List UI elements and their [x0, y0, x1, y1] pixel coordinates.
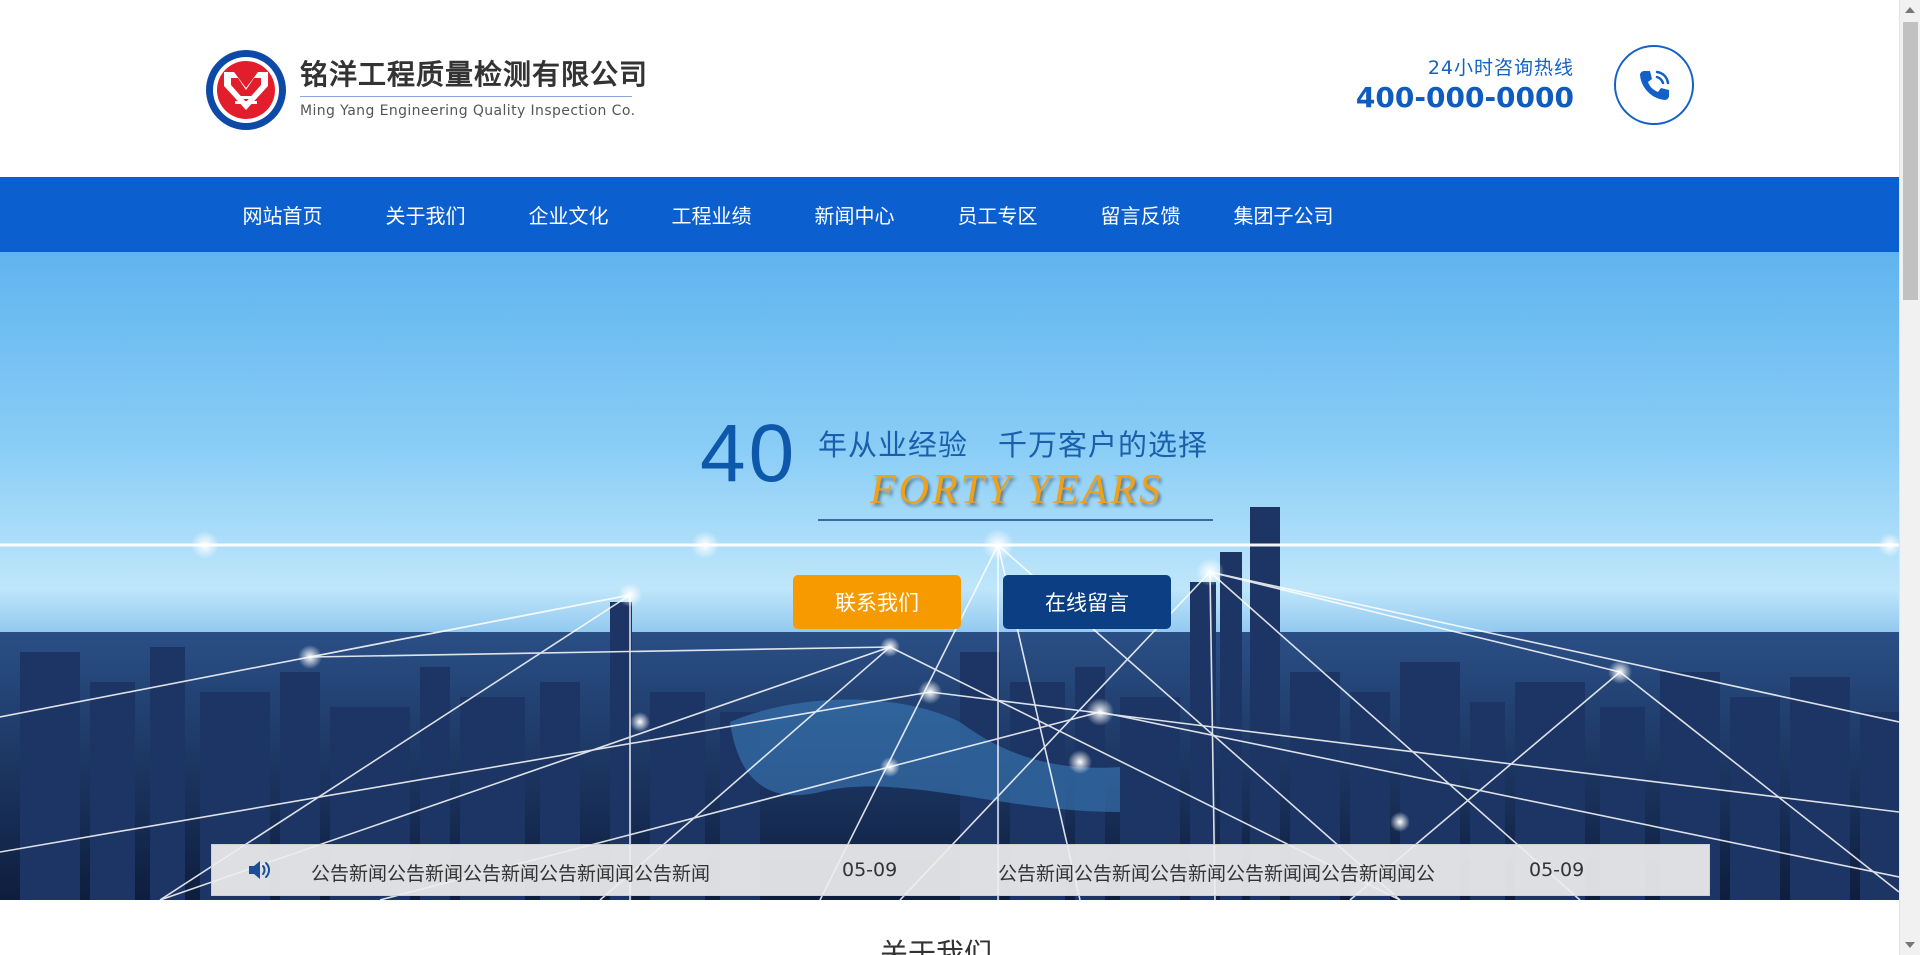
- notice-date: 05-09: [842, 859, 898, 881]
- speaker-icon: [249, 861, 270, 879]
- brand-divider: [300, 96, 632, 97]
- nav-item-home[interactable]: 网站首页: [211, 200, 354, 229]
- hero-banner: 40 年从业经验 千万客户的选择 FORTY YEARS 联系我们 在线留言: [0, 252, 1899, 900]
- page: 铭洋工程质量检测有限公司 Ming Yang Engineering Quali…: [0, 0, 1920, 955]
- nav-item-news[interactable]: 新闻中心: [783, 200, 926, 229]
- contact-us-button[interactable]: 联系我们: [793, 575, 961, 629]
- company-name-en: Ming Yang Engineering Quality Inspection…: [300, 103, 636, 119]
- brand-block: 铭洋工程质量检测有限公司 Ming Yang Engineering Quali…: [300, 58, 648, 119]
- about-section-title: 关于我们: [880, 937, 993, 955]
- nav-item-projects[interactable]: 工程业绩: [640, 200, 783, 229]
- company-name[interactable]: 铭洋工程质量检测有限公司: [300, 58, 648, 92]
- online-message-button[interactable]: 在线留言: [1003, 575, 1171, 629]
- notice-item[interactable]: 公告新闻公告新闻公告新闻公告新闻闻公告新闻: [311, 859, 710, 886]
- hero-divider: [818, 519, 1213, 521]
- hero-tagline: 年从业经验 千万客户的选择: [818, 428, 1209, 462]
- nav-item-feedback[interactable]: 留言反馈: [1069, 200, 1212, 229]
- notice-ticker: 公告新闻公告新闻公告新闻公告新闻闻公告新闻 05-09 公告新闻公告新闻公告新闻…: [211, 844, 1710, 896]
- notice-date: 05-09: [1529, 859, 1585, 881]
- hotline-label: 24小时咨询热线: [1427, 57, 1574, 79]
- phone-icon[interactable]: [1614, 45, 1694, 125]
- nav-item-staff[interactable]: 员工专区: [926, 200, 1069, 229]
- main-nav: 网站首页 关于我们 企业文化 工程业绩 新闻中心 员工专区 留言反馈 集团子公司: [0, 177, 1899, 252]
- nav-list: 网站首页 关于我们 企业文化 工程业绩 新闻中心 员工专区 留言反馈 集团子公司: [211, 177, 1355, 252]
- hero-years-number: 40: [700, 408, 798, 499]
- notice-item[interactable]: 公告新闻公告新闻公告新闻公告新闻闻公告新闻闻公: [998, 859, 1435, 886]
- hotline-block: 24小时咨询热线 400-000-0000: [1356, 56, 1574, 116]
- hotline-number[interactable]: 400-000-0000: [1356, 80, 1574, 116]
- company-logo-icon[interactable]: [204, 48, 288, 132]
- nav-item-subsidiaries[interactable]: 集团子公司: [1212, 200, 1355, 229]
- hero-tagline-en: FORTY YEARS: [870, 467, 1164, 513]
- phone-glyph-icon: [1640, 70, 1670, 100]
- page-scrollbar[interactable]: [1899, 0, 1920, 955]
- scroll-up-icon[interactable]: [1905, 7, 1915, 13]
- scroll-down-icon[interactable]: [1905, 942, 1915, 948]
- nav-item-culture[interactable]: 企业文化: [497, 200, 640, 229]
- site-header: 铭洋工程质量检测有限公司 Ming Yang Engineering Quali…: [0, 0, 1899, 177]
- nav-item-about[interactable]: 关于我们: [354, 200, 497, 229]
- scroll-thumb[interactable]: [1903, 22, 1918, 300]
